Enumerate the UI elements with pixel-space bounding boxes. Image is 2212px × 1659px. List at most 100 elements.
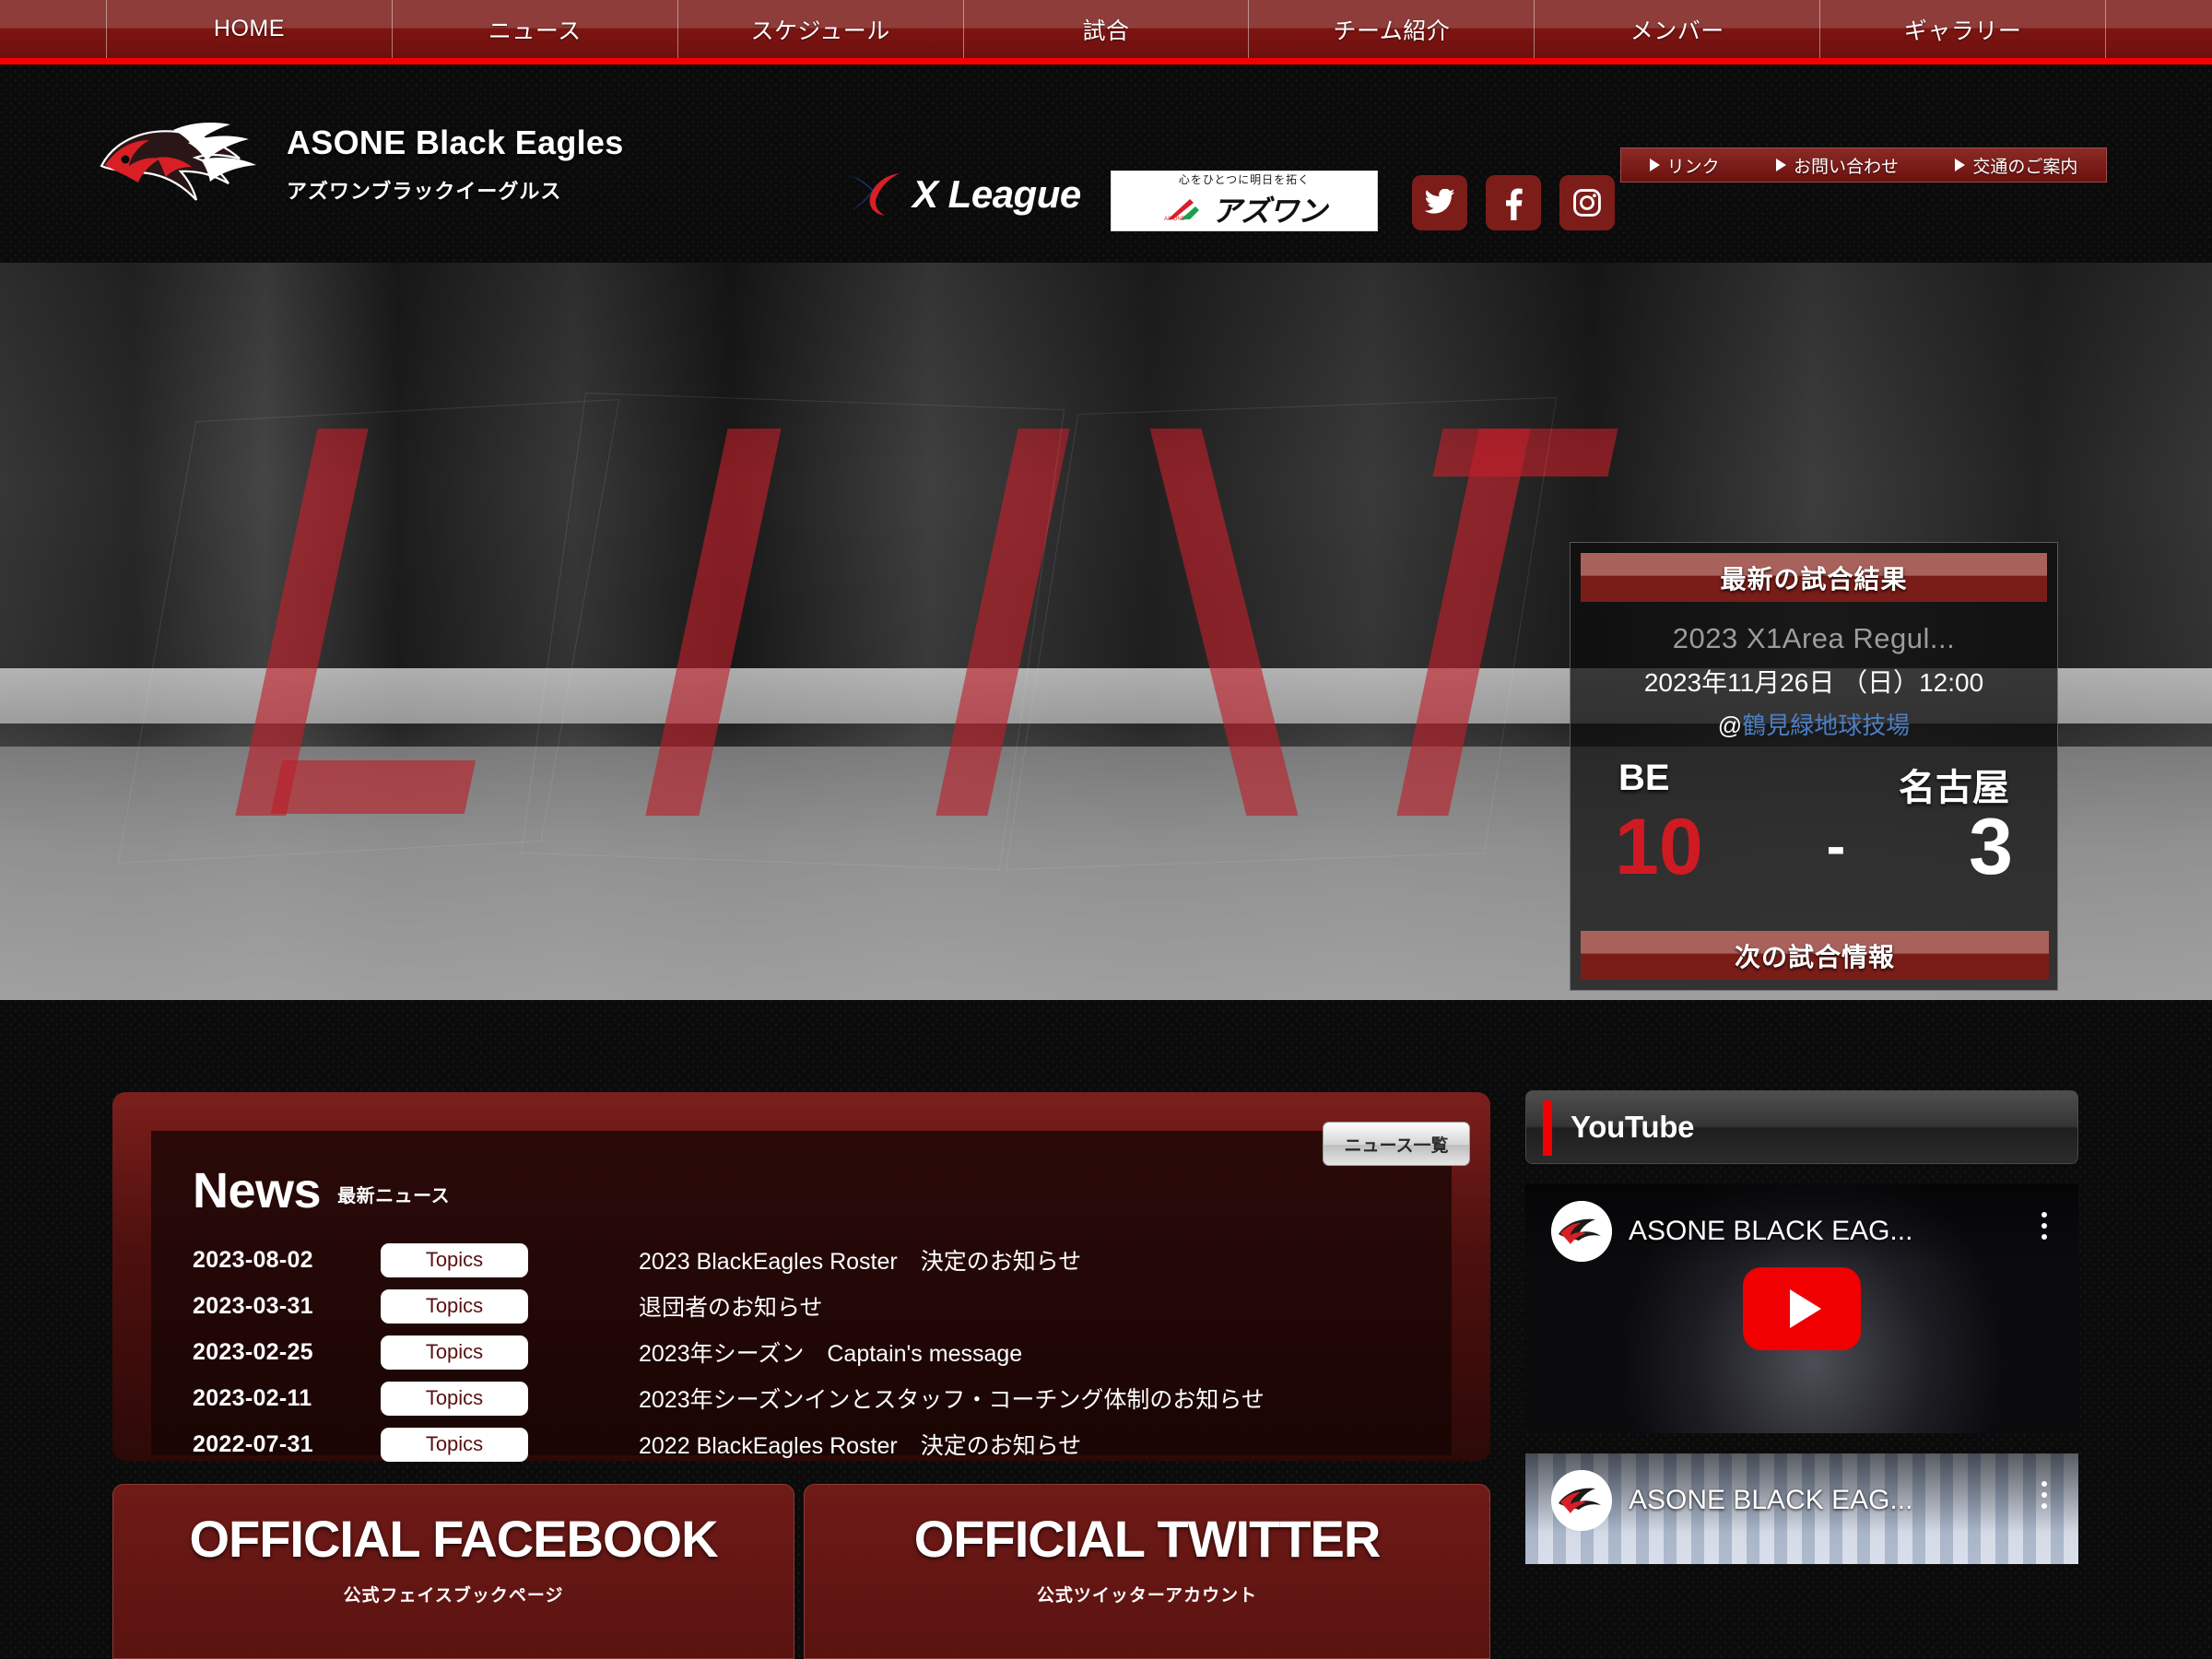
more-options-icon[interactable]: [2041, 1212, 2047, 1240]
nav-item-home[interactable]: HOME: [106, 0, 392, 58]
sponsor-name: アズワン: [1211, 194, 1327, 228]
triangle-right-icon: [1649, 159, 1660, 171]
news-row[interactable]: 2022-07-31 Topics 2022 BlackEagles Roste…: [193, 1421, 1452, 1467]
nav-left-spacer: [0, 0, 106, 58]
sponsor-azone-logo[interactable]: 心をひとつに明日を拓く AS ONE アズワン: [1111, 171, 1378, 231]
site-logo-link[interactable]: ASONE Black Eagles アズワンブラックイーグルス: [92, 115, 624, 212]
facebook-banner-title: OFFICIAL FACEBOOK: [189, 1510, 718, 1568]
news-category[interactable]: Topics: [381, 1242, 528, 1277]
utility-label: お問い合わせ: [1793, 157, 1899, 177]
youtube-video-card[interactable]: ASONE BLACK EAG...: [1525, 1184, 2078, 1433]
news-title[interactable]: 2023 BlackEagles Roster 決定のお知らせ: [554, 1243, 1081, 1277]
youtube-accent-bar: [1543, 1100, 1552, 1156]
news-date: 2023-02-11: [193, 1384, 312, 1411]
utility-label: 交通のご案内: [1972, 157, 2078, 177]
hero-banner: 最新の試合結果 2023 X1Area Regul... 2023年11月26日…: [0, 263, 2212, 1000]
latest-result-panel: 最新の試合結果 2023 X1Area Regul... 2023年11月26日…: [1570, 542, 2058, 991]
latest-result-title: 最新の試合結果: [1581, 553, 2047, 602]
site-header: ASONE Black Eagles アズワンブラックイーグルス X Leagu…: [0, 65, 2212, 263]
twitter-banner-subtitle: 公式ツイッターアカウント: [1036, 1586, 1258, 1606]
nav-item-member[interactable]: メンバー: [1534, 0, 1819, 58]
news-title[interactable]: 2022 BlackEagles Roster 決定のお知らせ: [554, 1428, 1081, 1461]
play-triangle-icon: [1789, 1289, 1821, 1328]
result-venue: @鶴見緑地球技場: [1571, 707, 2057, 741]
youtube-channel-avatar: [1551, 1470, 1612, 1531]
x-league-mark-icon: [848, 168, 903, 222]
news-category[interactable]: Topics: [381, 1381, 528, 1416]
global-navigation: HOME ニュース スケジュール 試合 チーム紹介 メンバー ギャラリー: [0, 0, 2212, 65]
news-panel-inner: News 最新ニュース ニュース一覧 2023-08-02 Topics 202…: [151, 1122, 1470, 1462]
twitter-icon[interactable]: [1412, 175, 1467, 230]
result-datetime: 2023年11月26日 （日）12:00: [1643, 668, 1984, 697]
news-date: 2023-03-31: [193, 1292, 313, 1319]
home-score: 10: [1615, 803, 1703, 891]
news-title[interactable]: 2023年シーズン Captain's message: [554, 1335, 1022, 1369]
result-team-names: BE 名古屋: [1571, 741, 2057, 811]
sponsor-tagline: 心をひとつに明日を拓く: [1178, 173, 1311, 186]
twitter-banner-title: OFFICIAL TWITTER: [913, 1510, 1382, 1568]
result-league-name: 2023 X1Area Regul...: [1672, 622, 1956, 654]
youtube-section-header: YouTube: [1525, 1090, 2078, 1164]
instagram-icon[interactable]: [1559, 175, 1615, 230]
svg-text:AS ONE: AS ONE: [1164, 217, 1185, 221]
triangle-right-icon: [1955, 159, 1966, 171]
youtube-sidebar: YouTube ASONE BLACK EAG... ASONE BLACK E…: [1525, 1090, 2078, 1564]
news-header: News 最新ニュース ニュース一覧: [151, 1122, 1470, 1218]
news-category[interactable]: Topics: [381, 1427, 528, 1462]
brand-name-en: ASONE Black Eagles: [287, 123, 624, 161]
x-league-label: X League: [912, 172, 1081, 216]
brand-name-ja: アズワンブラックイーグルス: [287, 179, 562, 203]
play-button-icon[interactable]: [1743, 1267, 1861, 1350]
brand-text: ASONE Black Eagles アズワンブラックイーグルス: [287, 124, 624, 205]
news-row[interactable]: 2023-02-25 Topics 2023年シーズン Captain's me…: [193, 1329, 1452, 1375]
youtube-channel-name: ASONE BLACK EAG...: [1629, 1216, 1913, 1246]
facebook-icon[interactable]: [1486, 175, 1541, 230]
news-row[interactable]: 2023-08-02 Topics 2023 BlackEagles Roste…: [193, 1237, 1452, 1283]
nav-item-gallery[interactable]: ギャラリー: [1819, 0, 2107, 58]
main-content: News 最新ニュース ニュース一覧 2023-08-02 Topics 202…: [0, 1000, 2212, 1659]
news-date: 2023-02-25: [193, 1338, 313, 1365]
utility-link-access[interactable]: 交通のご案内: [1955, 153, 2077, 178]
news-list-button[interactable]: ニュース一覧: [1323, 1122, 1470, 1166]
nav-item-schedule[interactable]: スケジュール: [677, 0, 963, 58]
news-panel: News 最新ニュース ニュース一覧 2023-08-02 Topics 202…: [112, 1092, 1490, 1462]
news-category[interactable]: Topics: [381, 1288, 528, 1324]
facebook-banner-subtitle: 公式フェイスブックページ: [343, 1586, 564, 1606]
eagle-logo-icon: [92, 115, 263, 212]
sponsor-name-row: AS ONE アズワン: [1162, 188, 1327, 230]
nav-right-spacer: [2106, 0, 2212, 58]
page-root: HOME ニュース スケジュール 試合 チーム紹介 メンバー ギャラリー ASO…: [0, 0, 2212, 1659]
score-dash: -: [1826, 815, 1846, 878]
news-list: 2023-08-02 Topics 2023 BlackEagles Roste…: [151, 1215, 1452, 1467]
nav-item-news[interactable]: ニュース: [391, 0, 677, 58]
news-row[interactable]: 2023-02-11 Topics 2023年シーズンインとスタッフ・コーチング…: [193, 1375, 1452, 1421]
next-match-button[interactable]: 次の試合情報: [1581, 931, 2049, 980]
x-league-logo[interactable]: X League: [848, 166, 1097, 223]
news-title[interactable]: 退団者のお知らせ: [554, 1289, 823, 1323]
more-options-icon[interactable]: [2041, 1481, 2047, 1509]
utility-link-links[interactable]: リンク: [1649, 153, 1720, 178]
utility-label: リンク: [1666, 157, 1720, 177]
news-row[interactable]: 2023-03-31 Topics 退団者のお知らせ: [193, 1283, 1452, 1329]
youtube-video-card[interactable]: ASONE BLACK EAG...: [1525, 1453, 2078, 1564]
venue-link[interactable]: 鶴見緑地球技場: [1742, 712, 1910, 739]
sponsor-mark-icon: AS ONE: [1164, 199, 1199, 221]
result-scoreline: 10 - 3: [1571, 807, 2057, 887]
news-category[interactable]: Topics: [381, 1335, 528, 1370]
utility-link-contact[interactable]: お問い合わせ: [1775, 153, 1899, 178]
venue-prefix: @: [1717, 712, 1743, 739]
news-heading-ja: 最新ニュース: [337, 1186, 451, 1207]
news-date: 2023-08-02: [193, 1246, 313, 1273]
news-date: 2022-07-31: [193, 1430, 313, 1457]
news-heading-en: News: [193, 1163, 322, 1218]
nav-item-game[interactable]: 試合: [962, 0, 1249, 58]
triangle-right-icon: [1775, 159, 1786, 171]
official-facebook-banner[interactable]: OFFICIAL FACEBOOK 公式フェイスブックページ: [112, 1484, 794, 1659]
utility-nav: リンク お問い合わせ 交通のご案内: [1620, 147, 2107, 182]
away-score: 3: [1969, 803, 2013, 891]
nav-item-team[interactable]: チーム紹介: [1248, 0, 1534, 58]
youtube-channel-name: ASONE BLACK EAG...: [1629, 1485, 1913, 1515]
youtube-section-title: YouTube: [1571, 1110, 1695, 1144]
news-title[interactable]: 2023年シーズンインとスタッフ・コーチング体制のお知らせ: [554, 1382, 1265, 1415]
official-twitter-banner[interactable]: OFFICIAL TWITTER 公式ツイッターアカウント: [804, 1484, 1490, 1659]
